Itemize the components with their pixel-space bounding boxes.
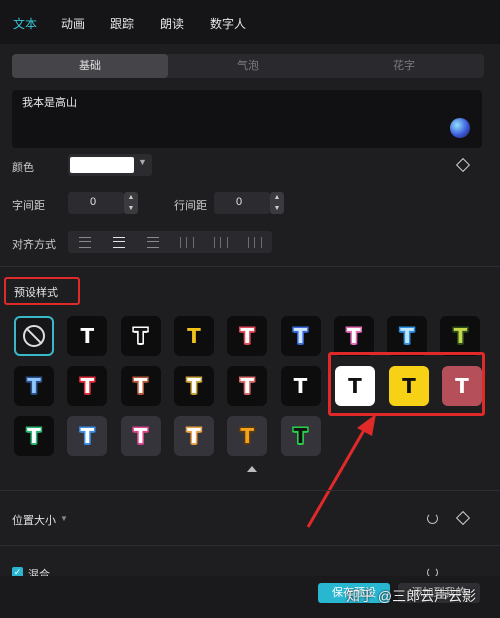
preset-style-tile[interactable]: T — [227, 366, 268, 406]
preset-style-tile[interactable]: T — [14, 366, 54, 406]
preset-style-tile[interactable]: T — [67, 316, 108, 356]
preset-glyph: T — [187, 324, 201, 348]
letter-spacing-label: 字间距 — [12, 200, 45, 212]
preset-style-tile[interactable]: T — [280, 316, 321, 356]
preset-glyph: T — [133, 424, 148, 448]
preset-glyph: T — [240, 424, 255, 448]
align-center-icon — [113, 236, 125, 248]
preset-label-highlight: 预设样式 — [4, 277, 80, 305]
preset-glyph: T — [293, 424, 308, 448]
preset-style-tile[interactable]: T — [67, 416, 108, 456]
preset-style-tile[interactable]: T — [173, 316, 214, 356]
alignment-group — [68, 231, 272, 253]
align-center-button[interactable] — [102, 231, 136, 253]
preset-style-tile[interactable]: T — [227, 316, 268, 356]
stepper-arrows-icon[interactable]: ▲ ▼ — [124, 192, 138, 214]
color-picker[interactable]: ▼ — [68, 154, 152, 176]
line-spacing-stepper[interactable]: 0 ▲ ▼ — [214, 192, 284, 214]
text-content-input[interactable]: 我本是高山 — [12, 90, 482, 148]
preset-glyph: T — [187, 374, 201, 398]
align-left-icon — [79, 236, 91, 248]
preset-style-tile[interactable]: T — [67, 366, 108, 406]
annotation-highlight-box — [328, 352, 485, 416]
divider — [0, 490, 500, 491]
line-spacing-label: 行间距 — [174, 200, 207, 212]
preset-style-tile[interactable]: T — [173, 416, 214, 456]
preset-glyph: T — [293, 374, 308, 398]
vertical-align-top-button[interactable] — [170, 231, 204, 253]
reset-icon[interactable] — [427, 513, 438, 524]
vertical-align-middle-button[interactable] — [204, 231, 238, 253]
preset-style-tile[interactable]: T — [440, 316, 481, 356]
tab-text[interactable]: 文本 — [13, 15, 37, 32]
preset-glyph: T — [27, 374, 41, 398]
preset-glyph: T — [80, 424, 95, 448]
no-style-icon — [23, 325, 45, 347]
keyframe-diamond-icon[interactable] — [455, 510, 471, 526]
tab-read-aloud[interactable]: 朗读 — [160, 15, 184, 32]
position-size-title[interactable]: 位置大小 — [12, 512, 56, 528]
align-right-icon — [147, 236, 159, 248]
subtab-bubble[interactable]: 气泡 — [170, 54, 326, 78]
preset-glyph: T — [346, 324, 361, 348]
preset-style-tile[interactable]: T — [280, 366, 321, 406]
divider — [0, 266, 500, 267]
vertical-align-bottom-button[interactable] — [238, 231, 272, 253]
keyframe-diamond-icon[interactable] — [455, 157, 471, 173]
preset-glyph: T — [293, 324, 308, 348]
preset-none-tile[interactable] — [14, 316, 54, 356]
preset-glyph: T — [240, 324, 255, 348]
ai-orb-icon[interactable] — [450, 118, 470, 138]
preset-glyph: T — [133, 324, 148, 348]
preset-style-tile[interactable]: T — [227, 416, 268, 456]
preset-glyph: T — [240, 374, 255, 398]
watermark: 知乎 @三郎云声云影 — [346, 588, 477, 604]
divider — [0, 545, 500, 546]
tab-digital-human[interactable]: 数字人 — [210, 15, 246, 32]
vertical-bottom-icon — [248, 236, 262, 248]
preset-style-tile[interactable]: T — [173, 366, 214, 406]
align-left-button[interactable] — [68, 231, 102, 253]
preset-style-tile[interactable]: T — [120, 316, 161, 356]
subtab-basic[interactable]: 基础 — [12, 54, 168, 78]
letter-spacing-stepper[interactable]: 0 ▲ ▼ — [68, 192, 138, 214]
preset-glyph: T — [453, 324, 468, 348]
align-right-button[interactable] — [136, 231, 170, 253]
vertical-top-icon — [180, 236, 194, 248]
line-spacing-value: 0 — [235, 196, 243, 208]
collapse-up-icon[interactable] — [247, 466, 257, 472]
tab-animation[interactable]: 动画 — [61, 15, 85, 32]
tab-tracking[interactable]: 跟踪 — [110, 15, 134, 32]
text-content-value: 我本是高山 — [22, 97, 77, 109]
color-label: 颜色 — [12, 162, 34, 174]
chevron-down-icon[interactable]: ▼ — [60, 514, 68, 523]
preset-style-tile[interactable]: T — [333, 316, 374, 356]
preset-glyph: T — [27, 424, 41, 448]
preset-style-tile[interactable]: T — [387, 316, 428, 356]
chevron-down-icon: ▼ — [138, 157, 147, 167]
letter-spacing-value: 0 — [89, 196, 97, 208]
top-tab-bar: 文本 动画 跟踪 朗读 数字人 — [0, 0, 500, 44]
subtab-fancy-text[interactable]: 花字 — [326, 54, 482, 78]
preset-style-tile[interactable]: T — [120, 416, 161, 456]
preset-glyph: T — [187, 424, 201, 448]
preset-glyph: T — [133, 374, 148, 398]
alignment-label: 对齐方式 — [12, 239, 56, 251]
preset-glyph: T — [80, 374, 95, 398]
vertical-middle-icon — [214, 236, 228, 248]
sub-tab-bar: 基础 气泡 花字 — [12, 54, 484, 78]
preset-glyph: T — [400, 324, 414, 348]
preset-style-tile[interactable]: T — [120, 366, 161, 406]
stepper-arrows-icon[interactable]: ▲ ▼ — [270, 192, 284, 214]
preset-glyph: T — [80, 324, 95, 348]
preset-styles-label: 预设样式 — [14, 287, 58, 299]
color-swatch — [70, 157, 134, 173]
preset-style-tile[interactable]: T — [280, 416, 321, 456]
preset-style-tile[interactable]: T — [14, 416, 54, 456]
